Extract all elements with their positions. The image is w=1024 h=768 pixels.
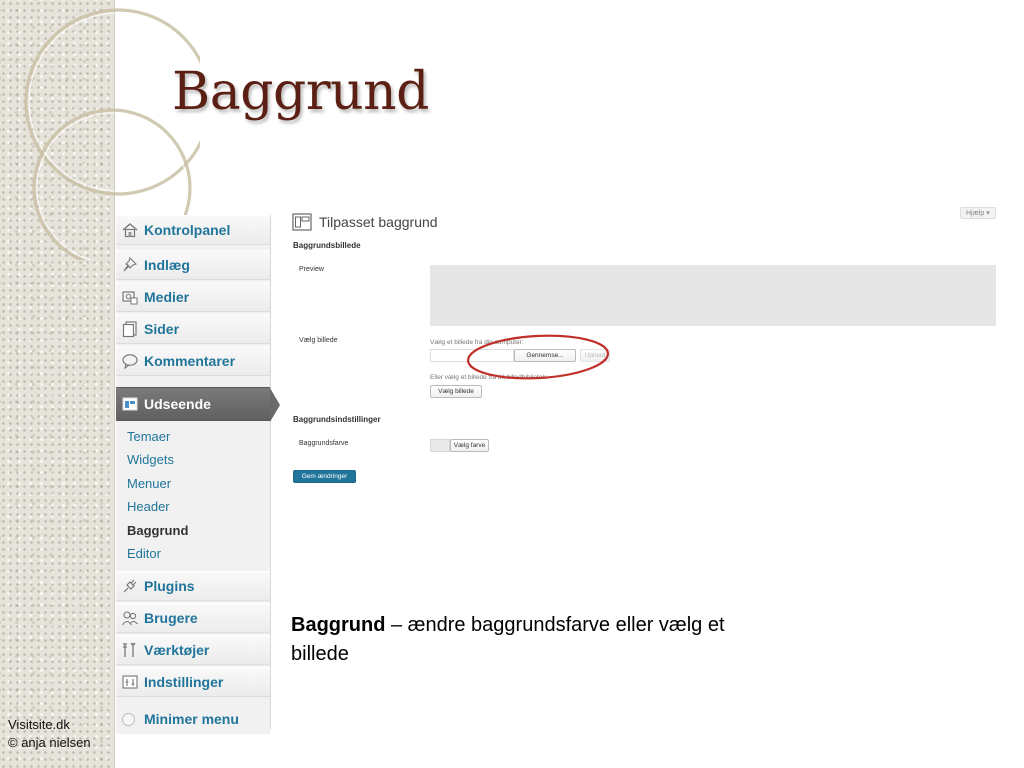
minimize-menu-button[interactable]: Minimer menu [116,704,270,734]
help-dropdown-button[interactable]: Hjælp ▾ [960,207,996,219]
sidebar-item-label: Plugins [144,578,195,594]
sidebar-item-udseende[interactable]: Udseende [116,387,280,422]
media-icon [122,291,138,305]
plug-icon [123,579,137,593]
preview-label: Preview [299,266,324,273]
slide-title: Baggrund [172,62,429,122]
submenu-item-editor[interactable]: Editor [127,546,161,561]
settings-icon [122,675,138,689]
pages-icon [122,321,137,338]
section-heading-image: Baggrundsbillede [293,241,361,250]
sidebar-item-plugins[interactable]: Plugins [116,571,270,601]
sidebar-item-label: Udseende [144,396,211,412]
sidebar-item-sider[interactable]: Sider [116,314,270,344]
submenu-item-temaer[interactable]: Temaer [127,429,170,444]
section-heading-settings: Baggrundsindstillinger [293,415,381,424]
choose-color-button[interactable]: Vælg farve [450,439,489,452]
minimize-menu-label: Minimer menu [144,711,239,727]
sidebar-item-label: Indlæg [144,257,190,273]
sidebar-item-kontrolpanel[interactable]: Kontrolpanel [116,215,270,245]
sidebar-item-label: Indstillinger [144,674,224,690]
submenu-item-widgets[interactable]: Widgets [127,452,174,467]
sidebar-item-label: Værktøjer [144,642,210,658]
sidebar-item-indlaeg[interactable]: Indlæg [116,250,270,280]
sidebar-item-label: Sider [144,321,180,337]
choose-image-label: Vælg billede [299,337,338,344]
wp-admin-sidebar: Kontrolpanel Indlæg Medier Sider Komment… [116,215,280,734]
sidebar-item-indstillinger[interactable]: Indstillinger [116,667,270,697]
sidebar-item-label: Medier [144,289,190,305]
page-title: Tilpasset baggrund [319,214,438,230]
sidebar-item-label: Brugere [144,610,198,626]
comment-icon [122,354,138,370]
sidebar-item-medier[interactable]: Medier [116,282,270,312]
color-swatch[interactable] [430,439,450,452]
collapse-arrow-icon [122,712,135,726]
slide-caption: Baggrund – ændre baggrundsfarve eller væ… [291,611,781,669]
footer-credit: Visitsite.dk © anja nielsen [8,716,91,752]
background-preview [430,265,996,326]
pin-icon [123,256,138,272]
home-icon [122,223,138,238]
sidebar-item-vaerktoejer[interactable]: Værktøjer [116,635,270,665]
appearance-page-icon [292,213,312,231]
footer-author: © anja nielsen [8,735,91,750]
sidebar-item-brugere[interactable]: Brugere [116,603,270,633]
sidebar-item-label: Kontrolpanel [144,222,231,238]
sidebar-item-label: Kommentarer [144,353,236,369]
background-color-label: Baggrundsfarve [299,440,349,447]
page-heading: Tilpasset baggrund [292,213,438,231]
annotation-ellipse [466,334,610,380]
caption-bold: Baggrund [291,614,386,636]
users-icon [122,611,138,626]
tools-icon [123,642,136,657]
sidebar-item-kommentarer[interactable]: Kommentarer [116,346,270,376]
submenu-item-header[interactable]: Header [127,499,170,514]
active-menu-arrow [270,388,280,422]
save-changes-button[interactable]: Gem ændringer [293,470,356,483]
submenu-item-menuer[interactable]: Menuer [127,476,171,491]
appearance-icon [122,397,138,411]
submenu-item-baggrund[interactable]: Baggrund [127,523,188,538]
footer-site: Visitsite.dk [8,717,70,732]
